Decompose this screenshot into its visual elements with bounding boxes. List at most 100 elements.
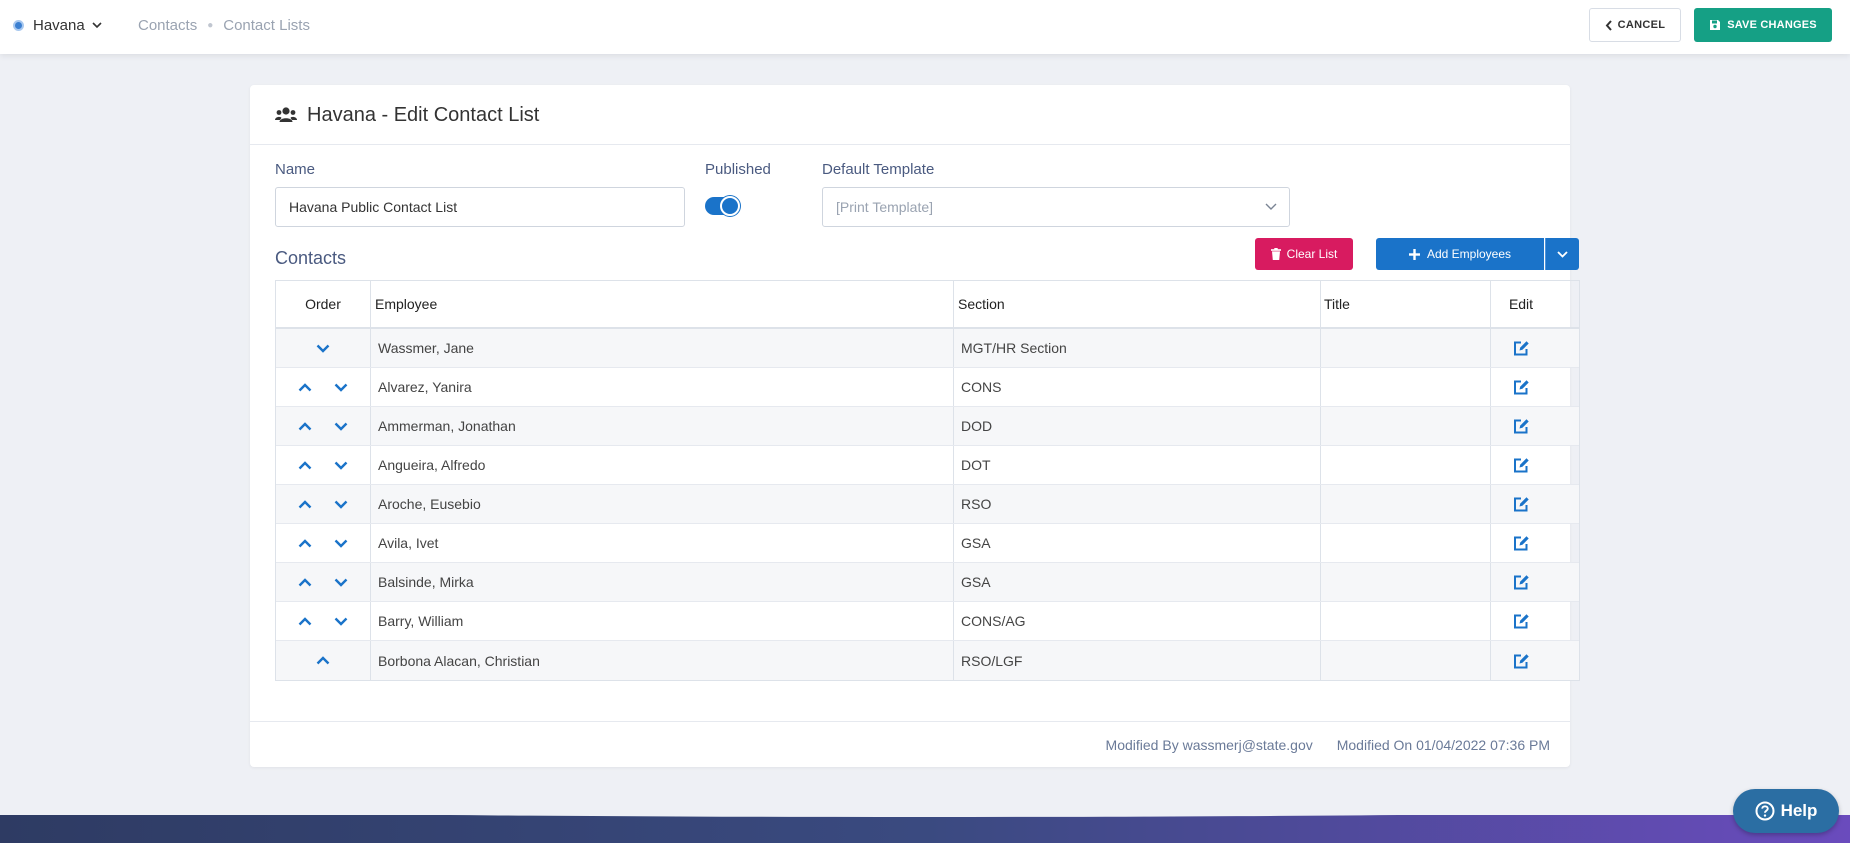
edit-icon <box>1513 653 1529 668</box>
edit-cell <box>1491 485 1551 523</box>
move-up-button[interactable] <box>293 416 317 436</box>
edit-contact-button[interactable] <box>1513 613 1530 629</box>
clear-list-label: Clear List <box>1286 247 1338 261</box>
edit-icon <box>1513 614 1529 629</box>
edit-contact-button[interactable] <box>1513 574 1530 590</box>
edit-contact-button[interactable] <box>1513 379 1530 395</box>
chevron-down-icon <box>334 383 348 392</box>
section-cell: CONS <box>954 368 1321 406</box>
move-down-button[interactable] <box>329 416 353 436</box>
edit-contact-button[interactable] <box>1513 418 1530 434</box>
move-up-button[interactable] <box>293 533 317 553</box>
edit-contact-list-card: Havana - Edit Contact List Name Publishe… <box>250 85 1580 767</box>
chevron-down-icon <box>334 617 348 626</box>
users-icon <box>275 107 297 122</box>
bottom-decoration <box>0 803 1850 843</box>
site-selector[interactable]: Havana <box>13 14 102 36</box>
chevron-down-icon <box>334 539 348 548</box>
chevron-up-icon <box>298 382 312 391</box>
employee-cell: Barry, William <box>371 602 954 640</box>
edit-contact-button[interactable] <box>1513 653 1530 669</box>
table-row: Avila, Ivet GSA <box>276 524 1579 563</box>
site-status-dot <box>13 19 24 31</box>
move-down-button[interactable] <box>329 533 353 553</box>
order-cell <box>276 524 371 562</box>
cancel-button-label: CANCEL <box>1617 19 1666 31</box>
move-up-button[interactable] <box>293 455 317 475</box>
edit-cell <box>1491 524 1551 562</box>
column-header-section: Section <box>954 281 1321 327</box>
chevron-down-icon <box>1265 203 1277 210</box>
move-down-button[interactable] <box>329 377 353 397</box>
edit-cell <box>1491 368 1551 406</box>
section-cell: CONS/AG <box>954 602 1321 640</box>
save-changes-label: SAVE CHANGES <box>1727 19 1817 31</box>
cancel-button[interactable]: CANCEL <box>1589 8 1681 42</box>
title-cell <box>1321 524 1491 562</box>
help-button[interactable]: Help <box>1733 789 1839 833</box>
move-up-button[interactable] <box>311 651 335 671</box>
column-header-order: Order <box>276 281 371 327</box>
add-employees-dropdown-button[interactable] <box>1545 238 1579 270</box>
table-body: Wassmer, Jane MGT/HR Section Alvarez, Yani… <box>276 329 1579 680</box>
card-footer: Modified By wassmerj@state.gov Modified … <box>250 721 1570 767</box>
section-cell: RSO/LGF <box>954 641 1321 680</box>
chevron-up-icon <box>316 656 330 665</box>
toggle-knob <box>720 196 740 216</box>
contacts-table: Order Employee Section Title Edit Wassme… <box>275 280 1580 681</box>
table-row: Borbona Alacan, Christian RSO/LGF <box>276 641 1579 680</box>
help-label: Help <box>1780 801 1818 820</box>
column-header-edit: Edit <box>1508 296 1534 312</box>
table-row: Angueira, Alfredo DOT <box>276 446 1579 485</box>
default-template-select[interactable]: [Print Template] <box>822 187 1290 227</box>
trash-icon <box>1270 248 1281 260</box>
breadcrumb-contact-lists[interactable]: Contact Lists <box>223 17 310 34</box>
move-down-button[interactable] <box>329 572 353 592</box>
add-employees-label: Add Employees <box>1426 247 1512 261</box>
order-cell <box>276 368 371 406</box>
move-up-button[interactable] <box>293 494 317 514</box>
breadcrumb-contacts[interactable]: Contacts <box>138 17 197 34</box>
column-header-employee: Employee <box>371 281 954 327</box>
chevron-up-icon <box>298 421 312 430</box>
name-input[interactable] <box>275 187 685 227</box>
clear-list-button[interactable]: Clear List <box>1255 238 1353 270</box>
order-cell <box>276 485 371 523</box>
published-toggle[interactable] <box>705 196 740 216</box>
page-title-text: Havana - Edit Contact List <box>307 103 540 126</box>
move-up-button[interactable] <box>293 572 317 592</box>
move-down-button[interactable] <box>311 338 335 358</box>
table-row: Barry, William CONS/AG <box>276 602 1579 641</box>
chevron-up-icon <box>298 577 312 586</box>
employee-cell: Borbona Alacan, Christian <box>371 641 954 680</box>
move-up-button[interactable] <box>293 611 317 631</box>
section-cell: GSA <box>954 524 1321 562</box>
title-cell <box>1321 485 1491 523</box>
move-down-button[interactable] <box>329 611 353 631</box>
edit-contact-button[interactable] <box>1513 457 1530 473</box>
chevron-up-icon <box>298 538 312 547</box>
title-cell <box>1321 641 1491 680</box>
edit-contact-button[interactable] <box>1513 340 1530 356</box>
title-cell <box>1321 446 1491 484</box>
move-down-button[interactable] <box>329 455 353 475</box>
move-down-button[interactable] <box>329 494 353 514</box>
chevron-down-icon <box>1557 250 1568 258</box>
chevron-down-icon <box>334 422 348 431</box>
edit-icon <box>1513 458 1529 473</box>
modification-info: Modified By wassmerj@state.gov Modified … <box>1106 737 1550 753</box>
modified-on-text: Modified On 01/04/2022 07:36 PM <box>1336 737 1550 753</box>
site-name: Havana <box>33 16 85 34</box>
chevron-down-icon <box>334 578 348 587</box>
employee-cell: Aroche, Eusebio <box>371 485 954 523</box>
employee-cell: Alvarez, Yanira <box>371 368 954 406</box>
edit-contact-button[interactable] <box>1513 496 1530 512</box>
order-cell <box>276 641 371 680</box>
edit-cell <box>1491 407 1551 445</box>
add-employees-button[interactable]: Add Employees <box>1376 238 1544 270</box>
breadcrumb: Contacts ● Contact Lists <box>138 14 310 36</box>
employee-cell: Ammerman, Jonathan <box>371 407 954 445</box>
move-up-button[interactable] <box>293 377 317 397</box>
save-changes-button[interactable]: SAVE CHANGES <box>1694 8 1832 42</box>
edit-contact-button[interactable] <box>1513 535 1530 551</box>
